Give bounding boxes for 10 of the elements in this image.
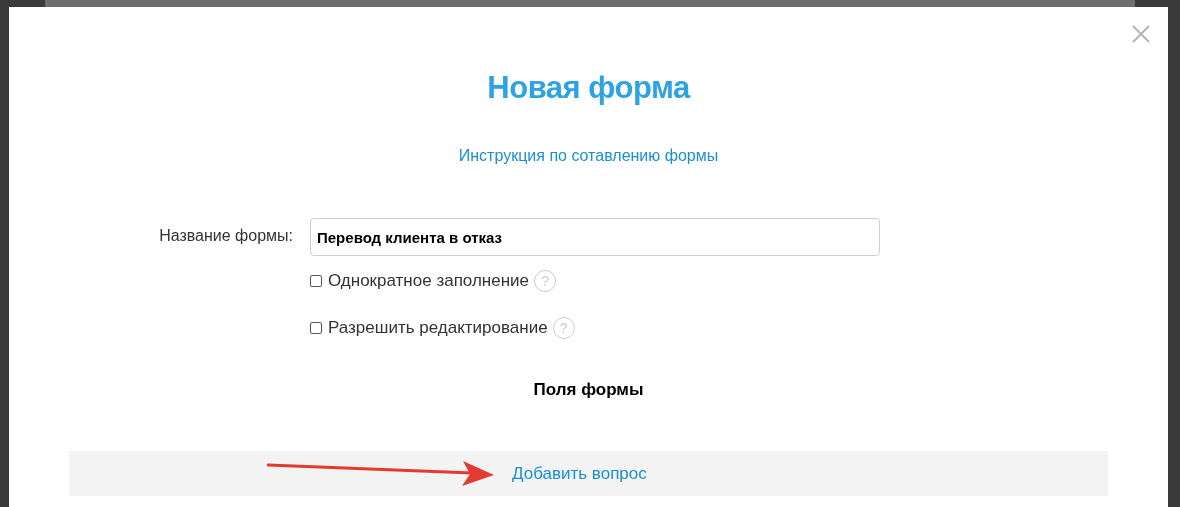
checkbox[interactable]: [310, 275, 322, 287]
fields-heading: Поля формы: [533, 379, 644, 401]
option-label: Разрешить редактирование: [328, 317, 548, 340]
instruction-link[interactable]: Инструкция по сотавлению формы: [458, 144, 719, 168]
form-name-label: Название формы:: [158, 226, 293, 246]
add-question-link[interactable]: Добавить вопрос: [512, 460, 647, 487]
form-name-field[interactable]: Перевод клиента в отказ: [310, 218, 880, 256]
option-label: Однократное заполнение: [328, 270, 530, 293]
dialog-title: Новая форма: [486, 69, 692, 107]
checkbox[interactable]: [310, 322, 322, 334]
